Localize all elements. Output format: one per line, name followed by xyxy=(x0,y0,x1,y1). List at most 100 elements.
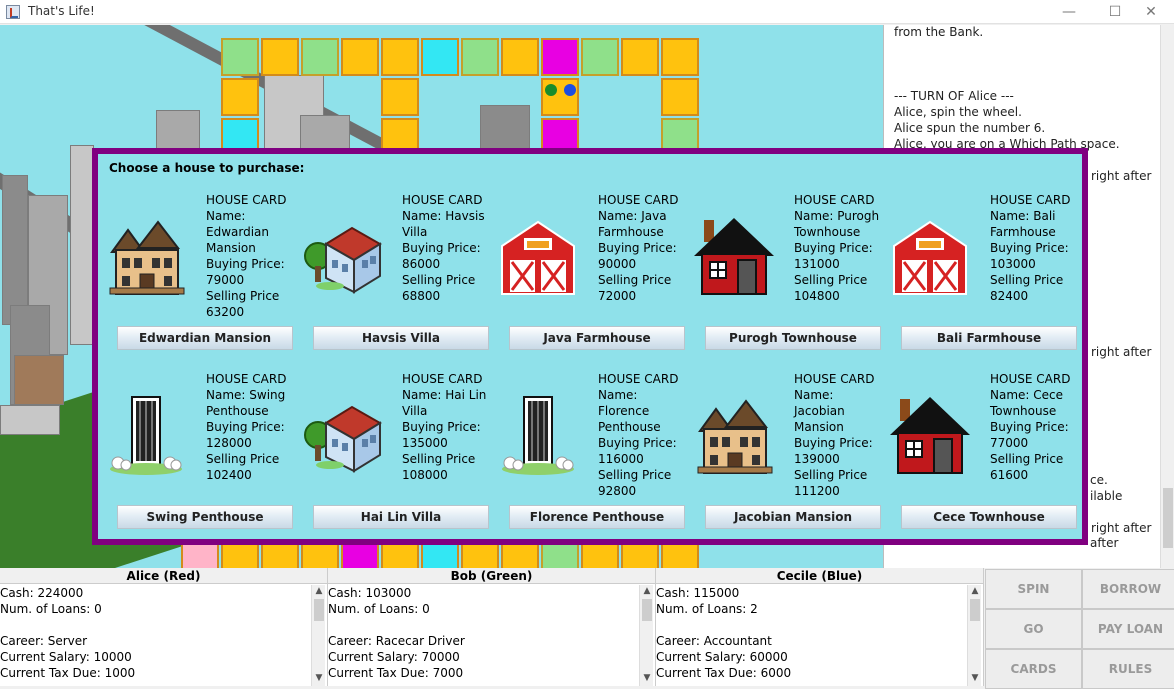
board-space[interactable] xyxy=(261,38,299,76)
player-panel-cecile: Cecile (Blue) Cash: 115000 Num. of Loans… xyxy=(656,568,984,686)
player-stats[interactable]: Cash: 224000 Num. of Loans: 0 Career: Se… xyxy=(0,585,312,681)
house-card-info: HOUSE CARD Name: Jacobian Mansion Buying P… xyxy=(794,371,884,499)
player-stats[interactable]: Cash: 103000 Num. of Loans: 0 Career: Ra… xyxy=(328,585,640,681)
rules-button[interactable]: RULES xyxy=(1082,649,1174,689)
log-line: right after xyxy=(1091,521,1152,535)
scroll-down-icon[interactable]: ▼ xyxy=(314,673,324,683)
player-cash: Cash: 224000 xyxy=(0,586,84,600)
board-space[interactable] xyxy=(381,78,419,116)
house-card-buy-label: Buying Price: xyxy=(598,241,677,255)
house-card-buy-price: 128000 xyxy=(206,436,252,450)
choose-house-button[interactable]: Havsis Villa xyxy=(313,326,489,350)
choose-house-button[interactable]: Florence Penthouse xyxy=(509,505,685,529)
city-building xyxy=(14,355,64,405)
house-card-buy-label: Buying Price: xyxy=(794,436,873,450)
log-line: ce. xyxy=(1090,473,1108,487)
board-space[interactable] xyxy=(661,38,699,76)
house-card-info: HOUSE CARD Name: Edwardian Mansion Buying … xyxy=(206,192,296,320)
player-scrollbar[interactable]: ▲ ▼ xyxy=(311,585,325,686)
scroll-down-icon[interactable]: ▼ xyxy=(970,673,980,683)
house-card-sell-price: 82400 xyxy=(990,289,1029,303)
scroll-up-icon[interactable]: ▲ xyxy=(970,586,980,596)
log-line: after xyxy=(1090,536,1119,550)
house-card-sell-price: 111200 xyxy=(794,484,840,498)
scroll-thumb[interactable] xyxy=(642,599,652,621)
player-tax: Current Tax Due: 6000 xyxy=(656,666,792,680)
board-space[interactable] xyxy=(301,38,339,76)
choose-house-button[interactable]: Jacobian Mansion xyxy=(705,505,881,529)
house-card-buy-label: Buying Price: xyxy=(206,257,285,271)
board-space[interactable] xyxy=(621,38,659,76)
house-card-buy-label: Buying Price: xyxy=(990,420,1069,434)
house-card-buy-label: Buying Price: xyxy=(990,241,1069,255)
log-line: Alice spun the number 6. xyxy=(894,121,1046,135)
player-loans: Num. of Loans: 0 xyxy=(0,602,102,616)
house-card: HOUSE CARD Name: Havsis Villa Buying Price… xyxy=(300,192,496,372)
board-space[interactable] xyxy=(381,38,419,76)
board-space[interactable] xyxy=(661,78,699,116)
log-scrollbar[interactable] xyxy=(1160,25,1174,568)
villa-icon xyxy=(300,379,396,499)
villa-icon xyxy=(300,200,396,320)
close-button[interactable]: ✕ xyxy=(1128,0,1174,24)
house-card-heading: HOUSE CARD xyxy=(206,372,287,386)
choose-house-button[interactable]: Java Farmhouse xyxy=(509,326,685,350)
board-space[interactable] xyxy=(541,38,579,76)
scroll-up-icon[interactable]: ▲ xyxy=(314,586,324,596)
choose-house-button[interactable]: Swing Penthouse xyxy=(117,505,293,529)
scroll-up-icon[interactable]: ▲ xyxy=(642,586,652,596)
house-card-heading: HOUSE CARD xyxy=(794,193,875,207)
board-space[interactable] xyxy=(221,78,259,116)
tower-icon xyxy=(496,379,592,499)
board-space[interactable] xyxy=(541,78,579,116)
log-line: right after xyxy=(1091,345,1152,359)
house-card: HOUSE CARD Name: Swing Penthouse Buying Pr… xyxy=(104,371,300,551)
player-panels: Alice (Red) Cash: 224000 Num. of Loans: … xyxy=(0,568,984,686)
house-card-name: Name: Havsis Villa xyxy=(402,209,485,239)
board-space[interactable] xyxy=(421,38,459,76)
pay-loan-button[interactable]: PAY LOAN xyxy=(1082,609,1174,649)
player-loans: Num. of Loans: 0 xyxy=(328,602,430,616)
choose-house-button[interactable]: Hai Lin Villa xyxy=(313,505,489,529)
house-purchase-dialog: Choose a house to purchase: HOUSE CARD Na… xyxy=(92,148,1088,545)
house-card-info: HOUSE CARD Name: Java Farmhouse Buying Pri… xyxy=(598,192,688,304)
player-header: Alice (Red) xyxy=(0,568,327,584)
house-card-buy-label: Buying Price: xyxy=(402,241,481,255)
house-card-info: HOUSE CARD Name: Florence Penthouse Buying… xyxy=(598,371,688,499)
house-card-sell-label: Selling Price xyxy=(206,289,280,303)
board-space[interactable] xyxy=(461,38,499,76)
choose-house-button[interactable]: Cece Townhouse xyxy=(901,505,1077,529)
player-panel-alice: Alice (Red) Cash: 224000 Num. of Loans: … xyxy=(0,568,328,686)
board-space[interactable] xyxy=(221,38,259,76)
house-card: HOUSE CARD Name: Hai Lin Villa Buying Pric… xyxy=(300,371,496,551)
house-card-heading: HOUSE CARD xyxy=(598,193,679,207)
choose-house-button[interactable]: Bali Farmhouse xyxy=(901,326,1077,350)
pawn-blue xyxy=(564,84,576,96)
choose-house-button[interactable]: Edwardian Mansion xyxy=(117,326,293,350)
player-loans: Num. of Loans: 2 xyxy=(656,602,758,616)
scroll-thumb[interactable] xyxy=(970,599,980,621)
go-button[interactable]: GO xyxy=(985,609,1082,649)
house-card-buy-price: 77000 xyxy=(990,436,1029,450)
scroll-down-icon[interactable]: ▼ xyxy=(642,673,652,683)
choose-house-button[interactable]: Purogh Townhouse xyxy=(705,326,881,350)
house-card-heading: HOUSE CARD xyxy=(990,193,1071,207)
spin-button[interactable]: SPIN xyxy=(985,569,1082,609)
minimize-button[interactable]: — xyxy=(1046,0,1092,24)
scroll-thumb[interactable] xyxy=(1163,488,1173,548)
board-space[interactable] xyxy=(341,38,379,76)
board-space[interactable] xyxy=(501,38,539,76)
player-scrollbar[interactable]: ▲ ▼ xyxy=(639,585,653,686)
player-stats[interactable]: Cash: 115000 Num. of Loans: 2 Career: Ac… xyxy=(656,585,968,681)
house-card: HOUSE CARD Name: Bali Farmhouse Buying Pri… xyxy=(888,192,1084,372)
player-panel-bob: Bob (Green) Cash: 103000 Num. of Loans: … xyxy=(328,568,656,686)
house-card-buy-label: Buying Price: xyxy=(206,420,285,434)
cards-button[interactable]: CARDS xyxy=(985,649,1082,689)
house-card-name: Name: Java Farmhouse xyxy=(598,209,667,239)
scroll-thumb[interactable] xyxy=(314,599,324,621)
house-card-info: HOUSE CARD Name: Purogh Townhouse Buying P… xyxy=(794,192,884,304)
board-space[interactable] xyxy=(581,38,619,76)
borrow-button[interactable]: BORROW xyxy=(1082,569,1174,609)
player-scrollbar[interactable]: ▲ ▼ xyxy=(967,585,981,686)
player-salary: Current Salary: 60000 xyxy=(656,650,788,664)
